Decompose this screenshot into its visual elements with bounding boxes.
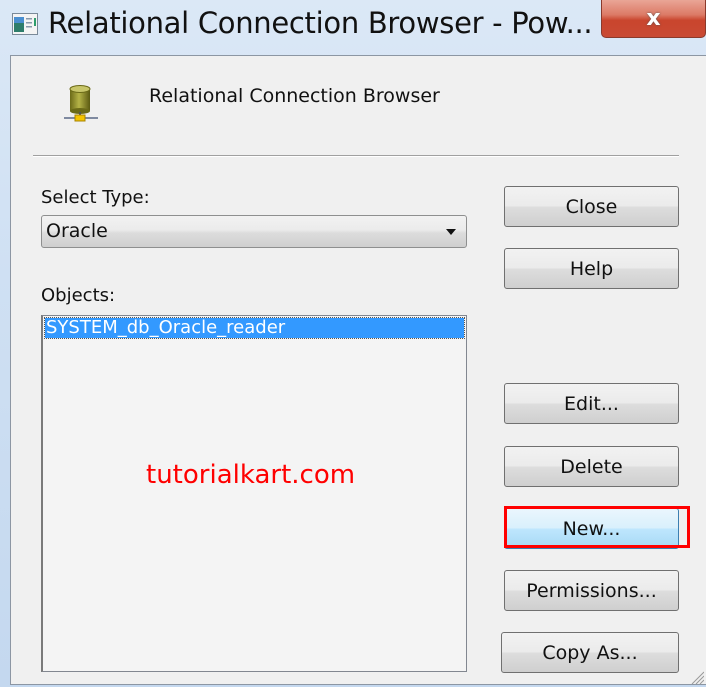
header-divider — [33, 155, 679, 157]
select-type-value: Oracle — [46, 220, 108, 242]
close-icon: x — [646, 6, 661, 31]
edit-button[interactable]: Edit... — [504, 383, 679, 424]
header-title: Relational Connection Browser — [149, 85, 440, 107]
permissions-button[interactable]: Permissions... — [504, 570, 679, 611]
title-bar: Relational Connection Browser - Pow... x — [0, 0, 706, 52]
select-type-label: Select Type: — [41, 187, 150, 208]
objects-listbox[interactable]: SYSTEM_db_Oracle_reader — [41, 315, 467, 672]
copy-as-button[interactable]: Copy As... — [501, 632, 679, 673]
watermark: tutorialkart.com — [146, 460, 356, 490]
objects-label: Objects: — [41, 285, 116, 306]
select-type-dropdown[interactable]: Oracle — [41, 215, 467, 248]
annotation-highlight-box — [504, 506, 690, 548]
database-icon — [64, 85, 98, 122]
help-button[interactable]: Help — [504, 248, 679, 289]
close-button[interactable]: Close — [504, 186, 679, 227]
app-window-icon — [12, 13, 38, 35]
window-close-button[interactable]: x — [601, 0, 706, 38]
resize-grip-icon[interactable] — [690, 670, 704, 684]
chevron-down-icon — [446, 229, 456, 235]
delete-button[interactable]: Delete — [504, 446, 679, 487]
list-item[interactable]: SYSTEM_db_Oracle_reader — [44, 317, 465, 339]
window-title: Relational Connection Browser - Pow... — [48, 6, 593, 40]
